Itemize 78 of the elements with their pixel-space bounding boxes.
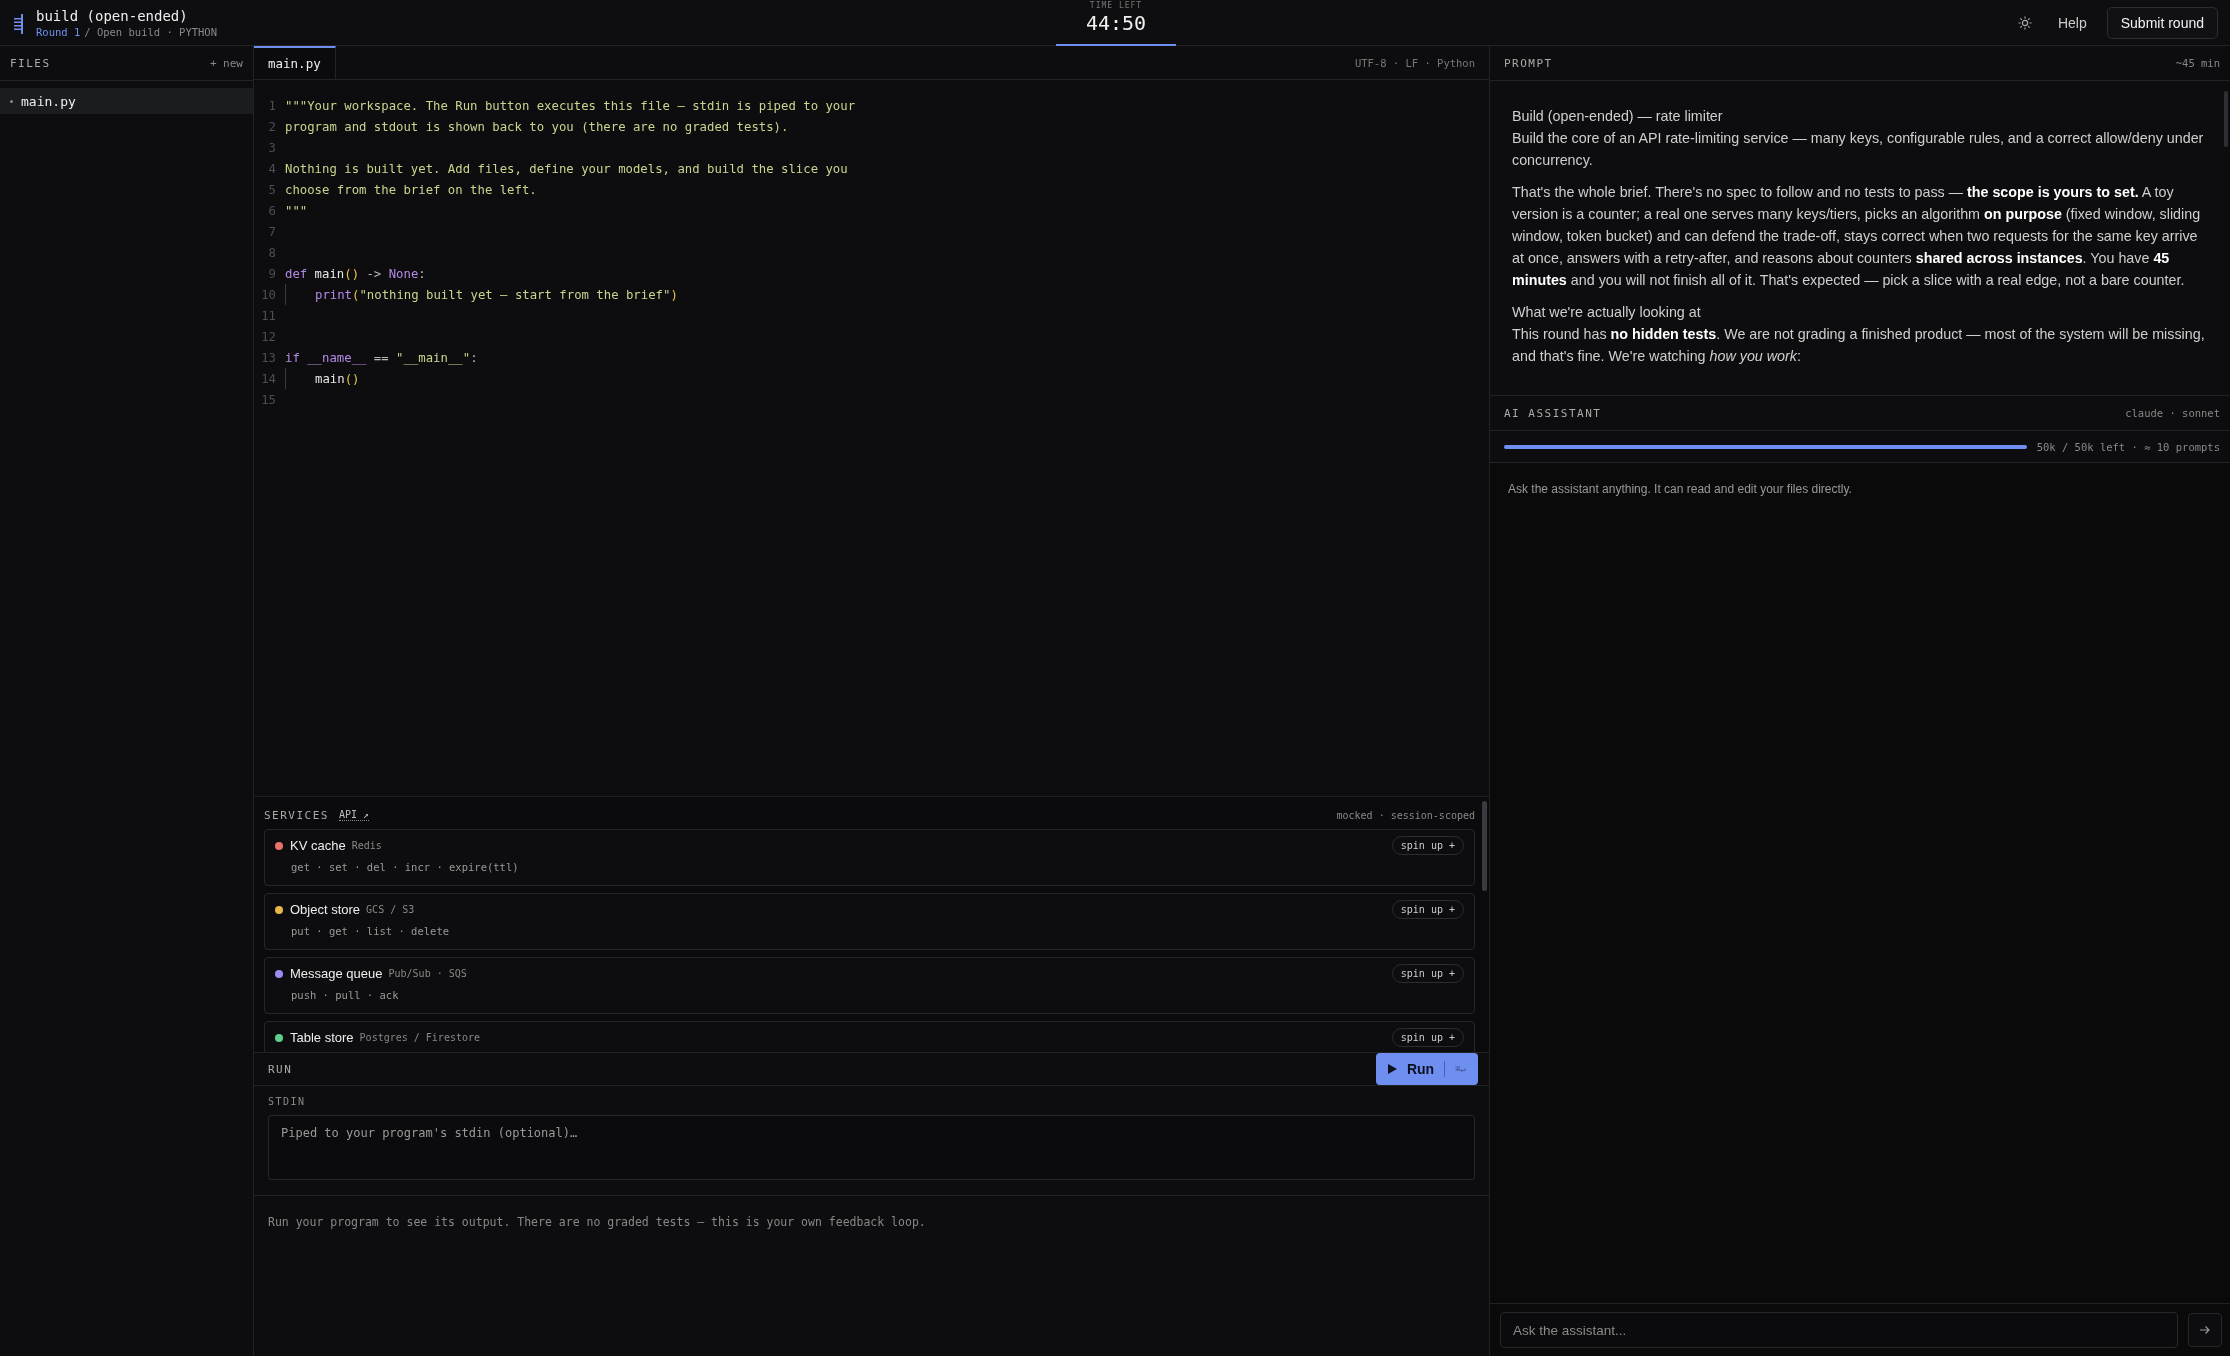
code-line: main() — [315, 371, 360, 386]
timer-label: TIME LEFT — [1089, 1, 1143, 10]
output-hint: Run your program to see its output. There are no graded tests — this is your own feedback loop. — [268, 1215, 926, 1229]
scrollbar-thumb[interactable] — [1482, 801, 1487, 891]
file-encoding-status: UTF-8 · LF · Python — [1354, 56, 1475, 69]
round-link[interactable]: Round 1 — [36, 25, 81, 38]
assistant-input[interactable]: Ask the assistant... — [1500, 1312, 2178, 1348]
prompt-heading: PROMPT — [1504, 56, 1553, 70]
service-operations: push · pull · ack — [290, 989, 400, 1001]
prompt-paragraph: That's the whole brief. There's no spec to follow and no tests to pass — the scope is yours to set. A toy version is a counter; a real one serves many keys/tiers, picks an algorithm on purpose (fixed window, sliding window, token bucket) and can defend the trade-off, stays correct when two requests for the same key arrive at once, answers with a retry-after, and reasons about counters shared across instances. You have 45 minutes and you will not finish all of it. That's expected — pick a slice with a real edge, not a bare counter. — [1512, 183, 2202, 290]
service-tech: Pub/Sub · SQS — [388, 968, 467, 979]
help-link[interactable]: Help — [2057, 14, 2087, 31]
line-number: 1 — [267, 98, 277, 113]
run-button[interactable]: Run ⌘↵ — [1375, 1053, 1478, 1085]
service-name: Message queue — [290, 966, 383, 981]
spin-up-button[interactable]: spin up + — [1391, 836, 1464, 855]
submit-button[interactable]: Submit round — [2106, 6, 2218, 39]
run-heading: RUN — [268, 1062, 293, 1076]
prompt-section-heading: Build (open-ended) — rate limiter — [1512, 107, 1724, 126]
stdin-field[interactable]: Piped to your program's stdin (optional)… — [268, 1115, 1475, 1180]
prompt-paragraph: This round has no hidden tests. We are not grading a finished product — most of the system will be missing, and that's fine. We're watching how you work: — [1512, 325, 2206, 366]
send-button[interactable] — [2188, 1313, 2222, 1347]
assistant-heading: AI ASSISTANT — [1504, 406, 1602, 420]
round-title: build (open-ended) — [36, 7, 189, 24]
prompt-section-heading: What we're actually looking at — [1512, 303, 1702, 322]
code-line: """ — [285, 203, 308, 218]
services-heading: SERVICES — [264, 808, 329, 822]
service-name: Object store — [290, 902, 361, 917]
line-number: 9 — [267, 266, 277, 281]
line-number: 10 — [260, 287, 277, 302]
breadcrumb-text: / Open build · PYTHON — [84, 25, 218, 38]
line-number: 6 — [267, 203, 277, 218]
line-number: 7 — [267, 224, 277, 239]
theme-icon[interactable] — [2017, 15, 2032, 30]
file-item[interactable]: main.py — [0, 88, 253, 114]
service-name: Table store — [290, 1030, 354, 1045]
line-number: 12 — [260, 329, 277, 344]
spin-up-button[interactable]: spin up + — [1391, 1028, 1464, 1047]
service-operations: put · get · list · delete — [290, 925, 451, 937]
code-line: Nothing is built yet. Add files, define your models, and build the slice you — [285, 161, 848, 176]
line-number: 13 — [260, 350, 277, 365]
spin-up-button[interactable]: spin up + — [1391, 964, 1464, 983]
stdin-label: STDIN — [268, 1096, 307, 1107]
model-name: claude · sonnet — [2125, 407, 2220, 419]
line-number: 11 — [260, 308, 277, 323]
line-number: 5 — [267, 182, 277, 197]
logo-icon — [12, 12, 26, 35]
service-operations: get · set · del · incr · expire(ttl) — [290, 861, 520, 873]
service-name: KV cache — [290, 838, 346, 853]
service-tech: GCS / S3 — [366, 904, 415, 915]
files-heading: FILES — [10, 56, 51, 70]
arrow-icon — [2199, 1325, 2211, 1335]
editor-tab[interactable]: main.py — [254, 46, 336, 79]
new-file-link[interactable]: + new — [209, 56, 243, 70]
line-number: 4 — [267, 161, 277, 176]
spin-up-button[interactable]: spin up + — [1391, 900, 1464, 919]
assistant-hint: Ask the assistant anything. It can read and edit your files directly. — [1508, 482, 1852, 496]
code-line: program and stdout is shown back to you (there are no graded tests). — [285, 119, 789, 134]
services-note: mocked · session-scoped — [1336, 809, 1475, 821]
code-line: if __name__ == "__main__": — [285, 350, 478, 365]
code-line: """Your workspace. The Run button executes this file — stdin is piped to your — [285, 98, 856, 113]
prompt-duration: ~45 min — [2175, 57, 2220, 69]
code-line: choose from the brief on the left. — [285, 182, 537, 197]
line-number: 2 — [267, 119, 277, 134]
service-tech: Redis — [351, 840, 382, 851]
line-number: 15 — [260, 392, 277, 407]
api-link[interactable]: API ↗ — [339, 809, 370, 821]
play-icon — [1387, 1064, 1397, 1074]
token-budget-reading: 50k / 50k left · ≈ 10 prompts — [2036, 440, 2220, 453]
service-tech: Postgres / Firestore — [359, 1032, 480, 1043]
line-number: 14 — [260, 371, 277, 386]
prompt-paragraph: Build the core of an API rate-limiting service — many keys, configurable rules, and a correct allow/deny under concurrency. — [1512, 129, 2205, 170]
code-line: def main() -> None: — [285, 266, 426, 281]
code-line: print("nothing built yet — start from the brief") — [315, 287, 678, 302]
line-number: 8 — [267, 245, 277, 260]
timer-value: 44:50 — [1085, 11, 1147, 35]
line-number: 3 — [267, 140, 277, 155]
scrollbar-thumb[interactable] — [2224, 91, 2228, 147]
